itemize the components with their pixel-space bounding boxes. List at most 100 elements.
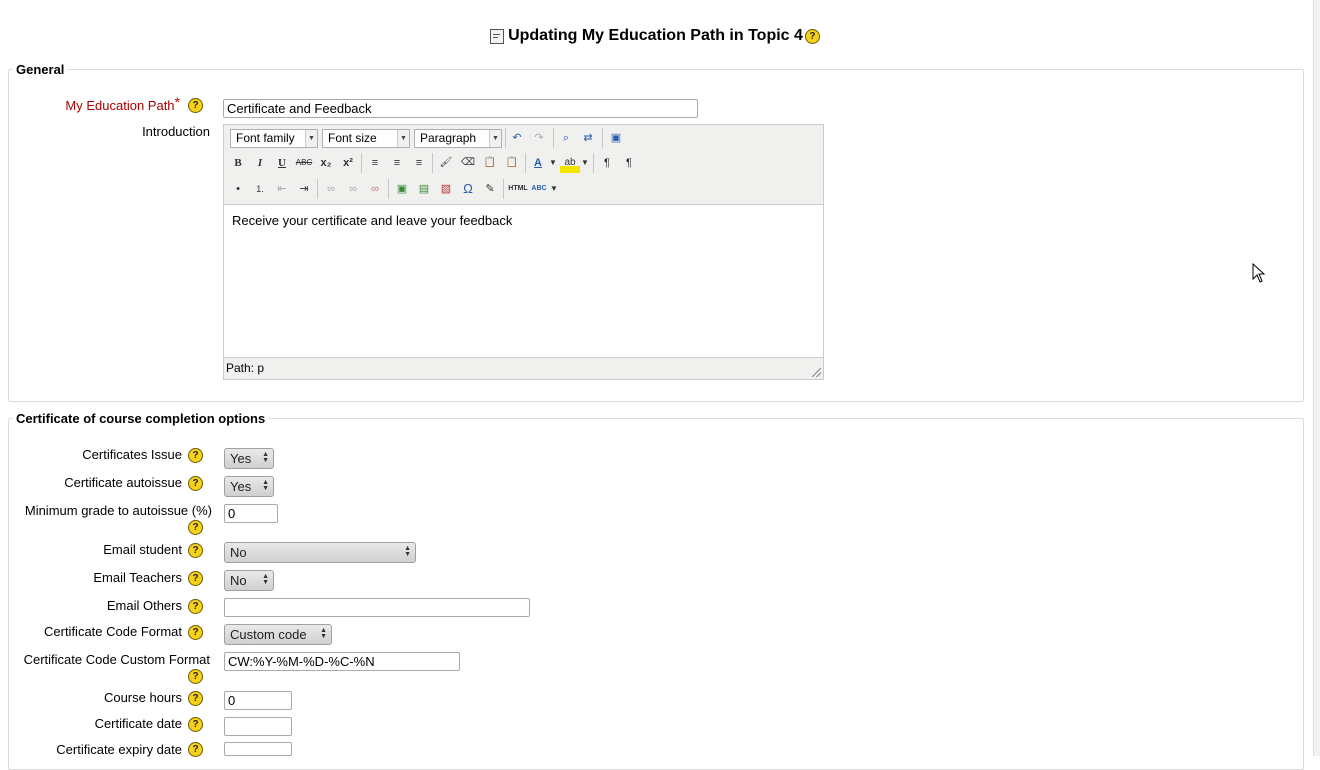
hours-label: Course hours: [103, 690, 182, 705]
expiry-input[interactable]: [224, 742, 292, 756]
help-icon[interactable]: ?: [188, 543, 203, 558]
cleanup-icon[interactable]: 🖌: [436, 153, 456, 173]
align-center-icon[interactable]: ≡: [387, 153, 407, 173]
remove-format-icon[interactable]: ⌫: [458, 153, 478, 173]
font-size-select[interactable]: Font size ▼: [322, 129, 410, 148]
vertical-scrollbar[interactable]: [1313, 0, 1320, 756]
rich-text-editor: Font family ▼ Font size ▼ Paragraph ▼ ↶ ↷ ⌕…: [223, 124, 824, 380]
document-icon: [490, 28, 505, 44]
editor-content-area[interactable]: Receive your certificate and leave your …: [224, 204, 823, 358]
toolbar-divider: [525, 153, 526, 173]
page-title-text: Updating My Education Path in Topic 4: [508, 27, 803, 44]
help-icon[interactable]: ?: [188, 625, 203, 640]
html-source-icon[interactable]: HTML: [507, 179, 529, 199]
unlink-icon[interactable]: ∞: [343, 179, 363, 199]
code-format-label: Certificate Code Format: [44, 624, 182, 639]
toolbar-divider: [432, 153, 433, 173]
chevron-down-icon[interactable]: ▼: [549, 179, 559, 199]
hours-input[interactable]: 0: [224, 691, 292, 710]
help-icon[interactable]: ?: [804, 28, 820, 44]
chevron-down-icon: ▼: [397, 130, 409, 147]
chevron-updown-icon: ▲ ▼: [262, 479, 269, 492]
redo-icon[interactable]: ↷: [529, 128, 549, 148]
required-star: *: [174, 94, 180, 110]
help-icon[interactable]: ?: [188, 717, 203, 732]
italic-icon[interactable]: I: [250, 153, 270, 173]
fullscreen-icon[interactable]: ▣: [606, 128, 626, 148]
chevron-updown-icon: ▲ ▼: [262, 573, 269, 586]
help-icon[interactable]: ?: [188, 691, 203, 706]
media-icon[interactable]: ▤: [414, 179, 434, 199]
name-label-text: My Education Path: [65, 98, 175, 113]
ltr-icon[interactable]: ¶: [597, 153, 617, 173]
chevron-updown-icon: ▲ ▼: [320, 627, 327, 640]
text-color-icon[interactable]: A: [528, 153, 548, 173]
toolbar-divider: [388, 179, 389, 199]
date-input[interactable]: [224, 717, 292, 736]
code-format-select[interactable]: Custom code ▲ ▼: [224, 624, 332, 645]
indent-icon[interactable]: ⇥: [294, 179, 314, 199]
chevron-down-icon[interactable]: ▼: [548, 153, 558, 173]
help-icon[interactable]: ?: [188, 476, 203, 491]
email-others-input[interactable]: [224, 598, 530, 617]
toolbar-divider: [505, 128, 506, 148]
email-student-select[interactable]: No ▲ ▼: [224, 542, 416, 563]
toolbar-divider: [503, 179, 504, 199]
rtl-icon[interactable]: ¶: [619, 153, 639, 173]
date-label: Certificate date: [94, 716, 182, 731]
chevron-updown-icon: ▲ ▼: [404, 545, 411, 558]
numbered-list-icon[interactable]: 1.: [250, 179, 270, 199]
nolink-image-icon[interactable]: ▧: [436, 179, 456, 199]
special-char-icon[interactable]: Ω: [458, 179, 478, 199]
align-left-icon[interactable]: ≡: [365, 153, 385, 173]
font-size-text: Font size: [328, 131, 377, 145]
help-icon[interactable]: ?: [188, 520, 203, 535]
outdent-icon[interactable]: ⇤: [272, 179, 292, 199]
help-icon[interactable]: ?: [188, 448, 203, 463]
chevron-down-icon[interactable]: ▼: [580, 153, 590, 173]
code-custom-input[interactable]: CW:%Y-%M-%D-%C-%N: [224, 652, 460, 671]
subscript-icon[interactable]: x₂: [316, 153, 336, 173]
certificate-legend: Certificate of course completion options: [13, 411, 269, 427]
highlight-color-icon[interactable]: ab: [560, 153, 580, 173]
paste-word-icon[interactable]: 📋: [502, 153, 522, 173]
bullet-list-icon[interactable]: •: [228, 179, 248, 199]
replace-icon[interactable]: ⇄: [578, 128, 598, 148]
paste-text-icon[interactable]: 📋: [480, 153, 500, 173]
help-icon[interactable]: ?: [188, 98, 203, 113]
edit-icon[interactable]: ✎: [480, 179, 500, 199]
email-teachers-select[interactable]: No ▲ ▼: [224, 570, 274, 591]
mingrade-input[interactable]: 0: [224, 504, 278, 523]
help-icon[interactable]: ?: [188, 599, 203, 614]
find-icon[interactable]: ⌕: [556, 128, 576, 148]
font-family-select[interactable]: Font family ▼: [230, 129, 318, 148]
general-legend: General: [13, 62, 68, 78]
nolink-icon[interactable]: ∞: [365, 179, 385, 199]
name-label: My Education Path*: [20, 94, 180, 114]
issue-select[interactable]: Yes ▲ ▼: [224, 448, 274, 469]
underline-icon[interactable]: U: [272, 153, 292, 173]
strikethrough-icon[interactable]: ABC: [294, 153, 314, 173]
image-icon[interactable]: ▣: [392, 179, 412, 199]
align-right-icon[interactable]: ≡: [409, 153, 429, 173]
undo-icon[interactable]: ↶: [507, 128, 527, 148]
help-icon[interactable]: ?: [188, 669, 203, 684]
email-student-label: Email student: [103, 542, 182, 557]
intro-label: Introduction: [142, 124, 210, 139]
code-custom-label: Certificate Code Custom Format: [23, 652, 210, 667]
editor-content-text: Receive your certificate and leave your …: [232, 213, 513, 228]
resize-handle-icon[interactable]: [812, 368, 821, 377]
toolbar-divider: [361, 153, 362, 173]
link-icon[interactable]: ∞: [321, 179, 341, 199]
editor-path: Path: p: [226, 361, 265, 375]
format-select[interactable]: Paragraph ▼: [414, 129, 502, 148]
autoissue-select[interactable]: Yes ▲ ▼: [224, 476, 274, 497]
bold-icon[interactable]: B: [228, 153, 248, 173]
superscript-icon[interactable]: x²: [338, 153, 358, 173]
help-icon[interactable]: ?: [188, 742, 203, 757]
spellcheck-icon[interactable]: ABC: [529, 179, 549, 199]
help-icon[interactable]: ?: [188, 571, 203, 586]
email-student-select-value: No: [230, 545, 247, 560]
email-teachers-select-value: No: [230, 573, 247, 588]
name-input[interactable]: Certificate and Feedback: [223, 99, 698, 118]
